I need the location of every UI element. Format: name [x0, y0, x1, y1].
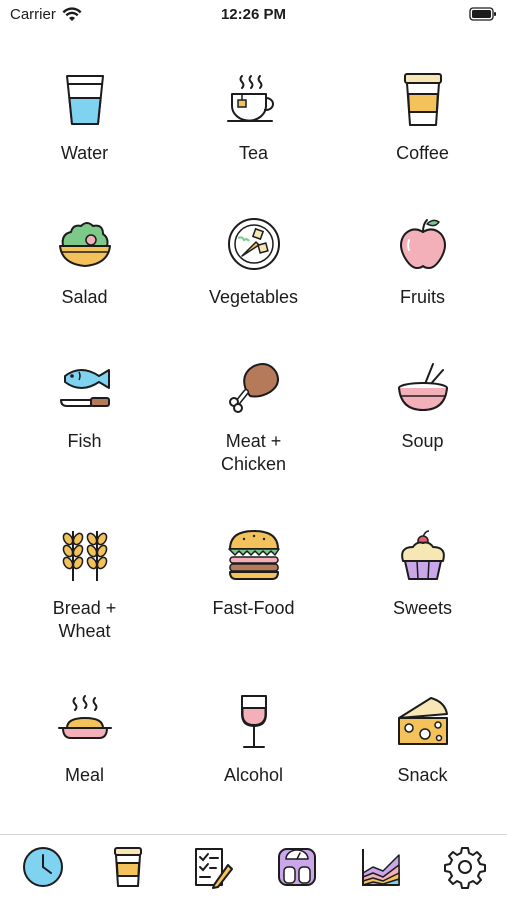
coffee-cup-icon — [114, 847, 142, 887]
chicken-leg-icon — [229, 363, 279, 413]
coffee-cup-icon — [404, 73, 442, 126]
tab-checklist[interactable] — [190, 845, 234, 889]
category-label: Soup — [401, 431, 444, 451]
soup-bowl-icon — [398, 363, 448, 412]
wine-glass-icon — [241, 695, 267, 748]
category-fish[interactable]: Fish — [0, 348, 169, 508]
category-label: Alcohol — [223, 765, 284, 785]
tab-clock[interactable] — [21, 845, 65, 889]
water-glass-icon — [66, 75, 104, 125]
tab-settings[interactable] — [443, 845, 487, 889]
category-bread-wheat[interactable]: Bread + Wheat — [0, 515, 169, 675]
gear-icon — [444, 847, 486, 889]
category-vegetables[interactable]: Vegetables — [169, 204, 338, 364]
category-coffee[interactable]: Coffee — [338, 60, 507, 220]
apple-icon — [400, 219, 446, 269]
category-snack[interactable]: Snack — [338, 682, 507, 842]
cheese-icon — [398, 697, 448, 745]
category-label: Fruits — [400, 287, 445, 307]
category-water[interactable]: Water — [0, 60, 169, 220]
clock-icon — [23, 847, 63, 887]
category-sweets[interactable]: Sweets — [338, 515, 507, 675]
fish-knife-icon — [60, 369, 110, 407]
hot-meal-icon — [58, 695, 112, 739]
status-bar: Carrier 12:26 PM — [0, 0, 507, 30]
category-label: Water — [60, 143, 109, 163]
category-salad[interactable]: Salad — [0, 204, 169, 364]
category-soup[interactable]: Soup — [338, 348, 507, 508]
category-fruits[interactable]: Fruits — [338, 204, 507, 364]
wheat-icon — [62, 531, 108, 581]
category-fast-food[interactable]: Fast-Food — [169, 515, 338, 675]
tab-bar — [0, 834, 507, 900]
tab-statistics[interactable] — [359, 845, 403, 889]
burger-icon — [228, 530, 280, 580]
tea-cup-icon — [227, 75, 274, 122]
category-meat-chicken[interactable]: Meat + Chicken — [169, 348, 338, 508]
scale-icon — [278, 848, 316, 886]
checklist-icon — [195, 848, 233, 889]
category-label: Meal — [64, 765, 104, 785]
category-label: Meat + Chicken — [220, 431, 287, 474]
cupcake-icon — [401, 530, 445, 580]
category-label: Tea — [238, 143, 269, 163]
category-tea[interactable]: Tea — [169, 60, 338, 220]
category-label: Bread + Wheat — [52, 598, 117, 641]
category-label: Snack — [397, 765, 448, 785]
vegetables-plate-icon — [228, 218, 280, 270]
battery-icon — [469, 7, 496, 21]
tab-weight[interactable] — [275, 845, 319, 889]
screen: Carrier 12:26 PM Water Tea Coffee Salad … — [0, 0, 507, 900]
tab-drinks[interactable] — [106, 845, 150, 889]
category-alcohol[interactable]: Alcohol — [169, 682, 338, 842]
category-label: Coffee — [396, 143, 449, 163]
category-meal[interactable]: Meal — [0, 682, 169, 842]
category-label: Sweets — [392, 598, 453, 618]
stacked-chart-icon — [362, 849, 400, 886]
salad-bowl-icon — [59, 222, 111, 267]
category-label: Vegetables — [208, 287, 299, 307]
status-time: 12:26 PM — [220, 6, 287, 23]
category-label: Salad — [61, 287, 108, 307]
category-label: Fast-Food — [212, 598, 295, 618]
category-label: Fish — [67, 431, 102, 451]
